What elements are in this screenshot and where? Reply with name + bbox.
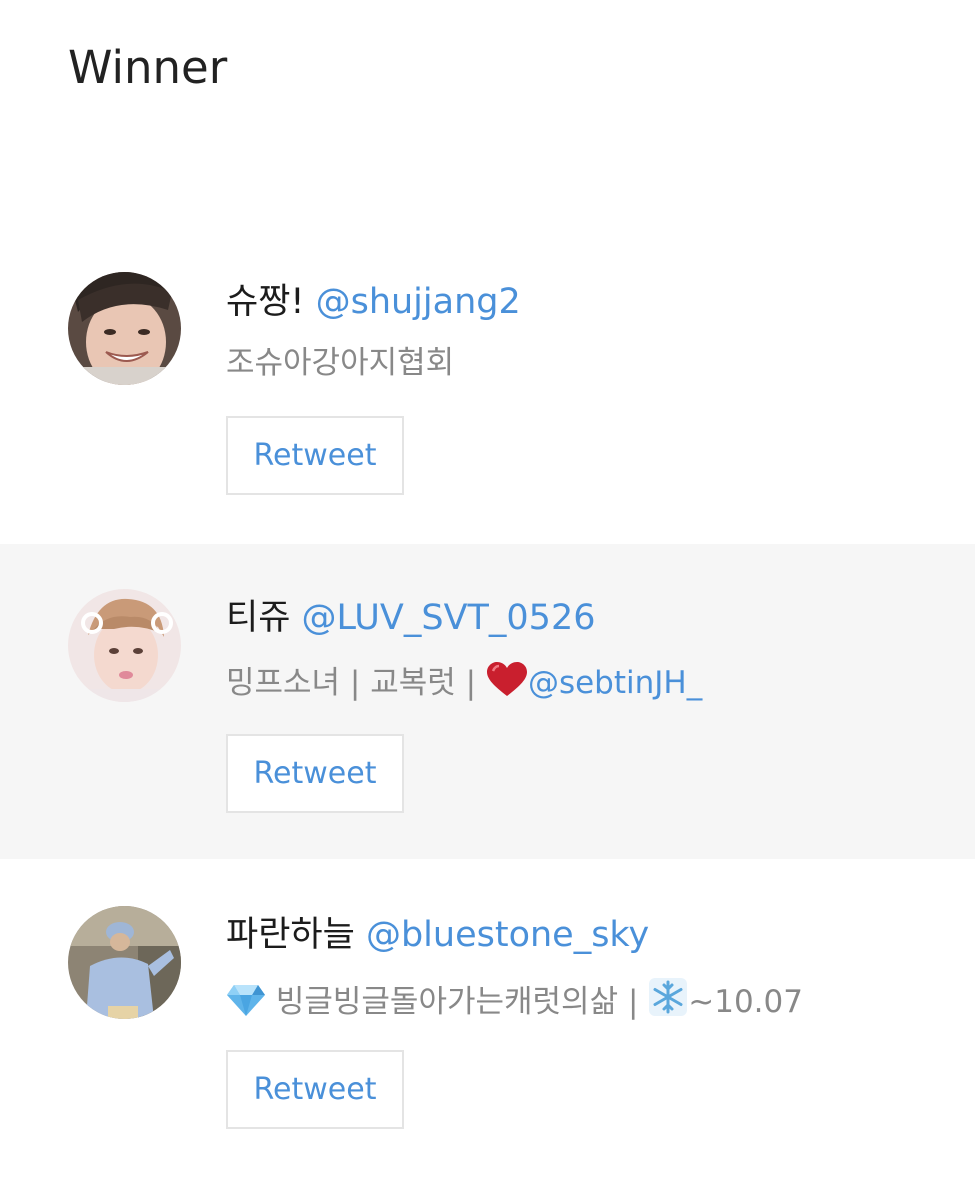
winner-entry: 파란하늘 @bluestone_sky 빙글빙글돌아가는캐럿의삶 | ~10.0… <box>0 861 975 1171</box>
bio-text: 밍프소녀 | 교복럿 | <box>226 665 486 701</box>
avatar[interactable] <box>68 589 181 702</box>
user-handle-link[interactable]: @shujjang2 <box>316 282 521 322</box>
avatar-photo-icon <box>68 589 181 702</box>
bio-mention-link[interactable]: @sebtinJH_ <box>528 665 702 701</box>
user-handle-link[interactable]: @LUV_SVT_0526 <box>302 598 596 638</box>
winner-entry: 슈짱! @shujjang2 조슈아강아지협회 Retweet <box>0 250 975 542</box>
winner-entry: 티쥬 @LUV_SVT_0526 밍프소녀 | 교복럿 | @sebtinJH_… <box>0 544 975 859</box>
avatar-photo-icon <box>68 272 181 385</box>
gem-icon <box>226 983 266 1017</box>
display-name: 슈짱! <box>226 282 305 322</box>
retweet-button[interactable]: Retweet <box>226 416 404 495</box>
bio-text: ~10.07 <box>688 984 803 1020</box>
display-name: 파란하늘 <box>226 915 355 955</box>
heart-icon <box>486 662 528 698</box>
user-bio: 빙글빙글돌아가는캐럿의삶 | ~10.07 <box>226 977 803 1023</box>
avatar-photo-icon <box>68 906 181 1019</box>
bio-text: 조슈아강아지협회 <box>226 345 455 381</box>
user-bio: 조슈아강아지협회 <box>226 342 454 384</box>
bio-text: 빙글빙글돌아가는캐럿의삶 | <box>266 984 649 1020</box>
name-line: 슈짱! @shujjang2 <box>226 280 521 324</box>
page-title: Winner <box>68 41 228 94</box>
user-handle-link[interactable]: @bluestone_sky <box>366 915 649 955</box>
name-line: 티쥬 @LUV_SVT_0526 <box>226 596 595 640</box>
avatar[interactable] <box>68 906 181 1019</box>
display-name: 티쥬 <box>226 598 291 638</box>
retweet-button[interactable]: Retweet <box>226 734 404 813</box>
winner-page: Winner 슈짱! @shujjang2 조슈아강아지협회 Retweet 티… <box>0 0 975 1200</box>
user-bio: 밍프소녀 | 교복럿 | @sebtinJH_ <box>226 662 702 704</box>
avatar[interactable] <box>68 272 181 385</box>
name-line: 파란하늘 @bluestone_sky <box>226 913 649 957</box>
retweet-button[interactable]: Retweet <box>226 1050 404 1129</box>
snowflake-icon <box>648 977 688 1017</box>
